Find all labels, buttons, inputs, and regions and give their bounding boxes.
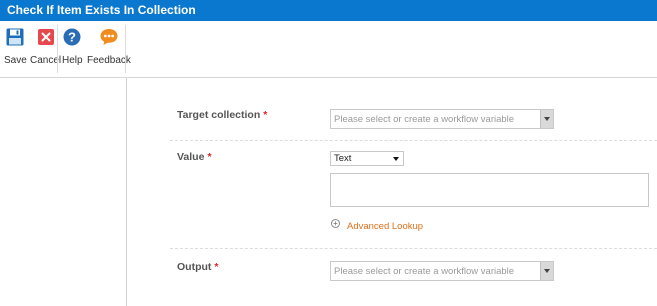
help-label: Help (62, 55, 83, 66)
required-marker: * (263, 109, 268, 121)
save-icon (6, 28, 24, 46)
dialog-title: Check If Item Exists In Collection (7, 3, 196, 17)
left-panel (0, 78, 127, 306)
advanced-lookup-label[interactable]: Advanced Lookup (347, 221, 423, 232)
section-divider (170, 140, 657, 141)
value-type-selected: Text (334, 153, 352, 164)
toolbar-separator (57, 25, 58, 73)
help-button[interactable]: ? Help (62, 27, 83, 66)
save-label: Save (4, 55, 27, 66)
required-marker: * (207, 151, 212, 163)
target-collection-label: Target collection * (177, 109, 267, 121)
plus-circle-icon: + (331, 219, 340, 228)
feedback-icon (100, 29, 118, 45)
value-type-select[interactable]: Text (330, 151, 404, 166)
close-icon (37, 29, 54, 45)
target-collection-placeholder: Please select or create a workflow varia… (334, 114, 515, 125)
target-collection-select[interactable]: Please select or create a workflow varia… (330, 109, 554, 129)
value-label-text: Value (177, 151, 205, 163)
section-divider (170, 248, 657, 249)
svg-text:?: ? (68, 30, 76, 45)
help-icon: ? (63, 28, 81, 46)
chevron-down-icon (393, 157, 399, 161)
output-label: Output * (177, 261, 219, 273)
output-label-text: Output (177, 261, 212, 273)
output-placeholder: Please select or create a workflow varia… (334, 266, 515, 277)
required-marker: * (214, 261, 219, 273)
dropdown-arrow-icon[interactable] (540, 110, 553, 128)
toolbar-separator (125, 25, 126, 73)
ribbon-toolbar: Save Cancel ? Help Feedback (0, 21, 657, 78)
output-select[interactable]: Please select or create a workflow varia… (330, 261, 554, 281)
dropdown-arrow-icon[interactable] (540, 262, 553, 280)
value-text-input[interactable] (330, 173, 649, 207)
target-collection-label-text: Target collection (177, 109, 261, 121)
value-label: Value * (177, 151, 212, 163)
save-button[interactable]: Save (4, 27, 27, 66)
dialog-title-bar: Check If Item Exists In Collection (0, 0, 657, 21)
